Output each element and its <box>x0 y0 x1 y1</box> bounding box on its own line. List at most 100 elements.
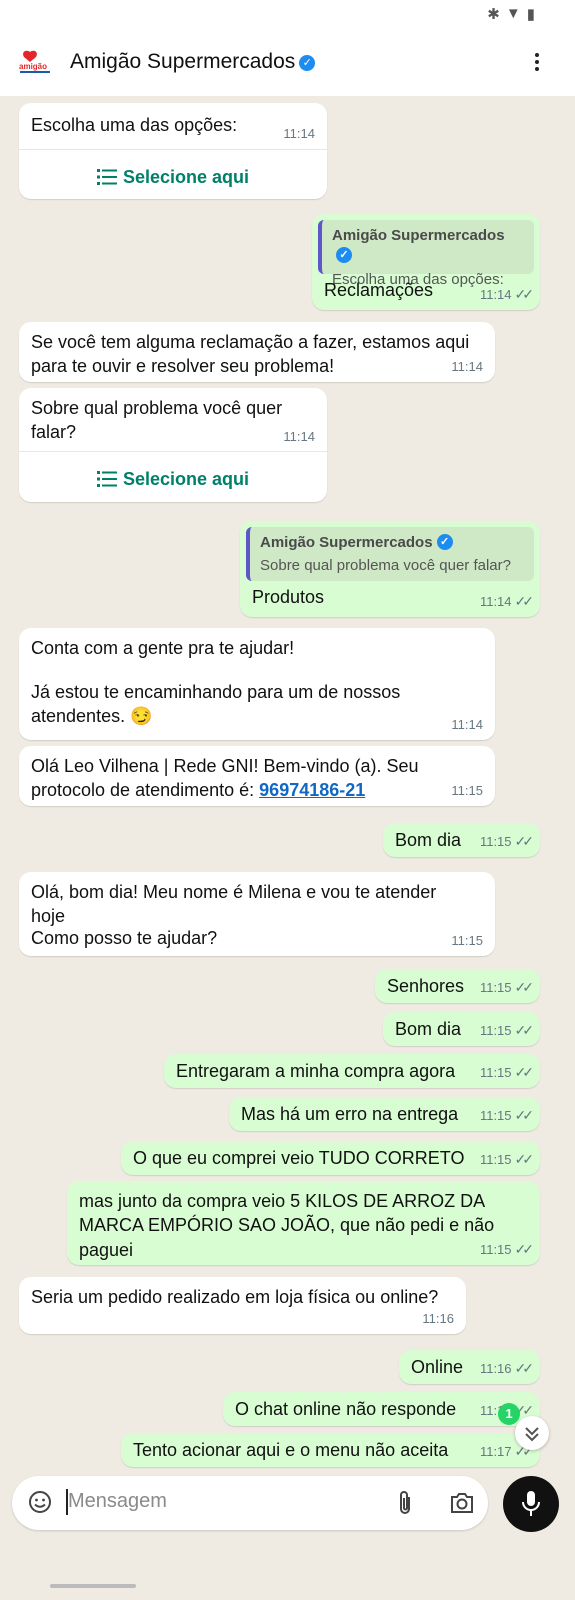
double-check-icon: ✓✓ <box>514 1022 535 1039</box>
verified-badge-icon: ✓ <box>436 534 453 550</box>
incoming-message: Sobre qual problema você quer falar? 11:… <box>19 388 327 502</box>
message-text: Mas há um erro na entrega <box>241 1104 459 1124</box>
outgoing-message: O que eu comprei veio TUDO CORRETO 11:15… <box>121 1141 540 1175</box>
divider <box>19 149 327 150</box>
status-icons: ✱ ▼ ▮ <box>487 5 535 23</box>
message-text: Bom dia <box>395 830 462 850</box>
outgoing-message: mas junto da compra veio 5 KILOS DE ARRO… <box>67 1181 540 1265</box>
emoji-icon[interactable] <box>28 1490 52 1514</box>
double-check-icon: ✓✓ <box>514 286 535 303</box>
incoming-message: Conta com a gente pra te ajudar! Já esto… <box>19 628 495 740</box>
outgoing-message: Tento acionar aqui e o menu não aceita 1… <box>121 1433 540 1467</box>
message-text: Entregaram a minha compra agora <box>176 1061 456 1081</box>
scroll-to-bottom-button[interactable] <box>515 1416 549 1450</box>
message-time: 11:15 ✓✓ <box>479 1151 535 1168</box>
verified-badge-icon: ✓ <box>336 247 352 264</box>
incoming-message: Se você tem alguma reclamação a fazer, e… <box>19 322 495 382</box>
more-options-icon[interactable] <box>533 50 541 76</box>
message-input-bar[interactable]: Mensagem <box>12 1476 488 1530</box>
select-label: Selecione aqui <box>122 469 250 489</box>
double-check-icon: ✓✓ <box>514 1064 535 1081</box>
voice-message-button[interactable] <box>503 1476 559 1532</box>
message-time: 11:15 ✓✓ <box>479 1107 535 1124</box>
message-text: Como posso te ajudar? <box>31 928 218 948</box>
outgoing-message: Entregaram a minha compra agora 11:15 ✓✓ <box>164 1054 540 1088</box>
chat-title[interactable]: Amigão Supermercados ✓ <box>70 50 316 74</box>
message-text: Escolha uma das opções: <box>31 115 238 135</box>
message-text: Olá Leo Vilhena | Rede GNI! Bem-vindo (a… <box>31 756 419 801</box>
camera-icon[interactable] <box>449 1491 475 1515</box>
quoted-message[interactable]: Amigão Supermercados ✓ Sobre qual problem… <box>246 527 534 581</box>
message-time: 11:14 <box>283 429 315 444</box>
outgoing-message: Amigão Supermercados✓ Escolha uma das op… <box>312 214 540 310</box>
quote-text: Sobre qual problema você quer falar? <box>260 557 511 575</box>
message-time: 11:14 <box>451 717 483 733</box>
incoming-message: Seria um pedido realizado em loja física… <box>19 1277 466 1334</box>
bluetooth-icon: ✱ <box>487 6 500 23</box>
contact-name: Amigão Supermercados <box>70 50 296 73</box>
message-time: 11:14 ✓✓ <box>479 286 535 303</box>
list-icon <box>96 169 117 185</box>
message-text: Produtos <box>252 587 325 607</box>
quote-author: Amigão Supermercados✓ <box>260 533 524 553</box>
unread-badge: 1 <box>498 1403 520 1425</box>
double-check-icon: ✓✓ <box>514 833 535 850</box>
message-text: mas junto da compra veio 5 KILOS DE ARRO… <box>79 1191 495 1260</box>
double-chevron-down-icon <box>525 1427 539 1442</box>
protocol-link[interactable]: 96974186-21 <box>259 780 365 800</box>
double-check-icon: ✓✓ <box>514 1151 535 1168</box>
message-text: Tento acionar aqui e o menu não aceita <box>133 1440 449 1460</box>
double-check-icon: ✓✓ <box>514 1360 535 1377</box>
outgoing-message: O chat online não responde 11:17 ✓✓ <box>223 1392 540 1426</box>
message-text: Se você tem alguma reclamação a fazer, e… <box>31 332 470 377</box>
chat-area[interactable]: Escolha uma das opções: 11:14 Selecione … <box>0 96 575 1506</box>
list-icon <box>96 471 117 487</box>
select-list-button[interactable]: Selecione aqui <box>19 467 327 491</box>
message-text: O que eu comprei veio TUDO CORRETO <box>133 1148 465 1168</box>
double-check-icon: ✓✓ <box>514 979 535 996</box>
double-check-icon: ✓✓ <box>514 1107 535 1124</box>
message-time: 11:16 ✓✓ <box>479 1360 535 1377</box>
wifi-icon: ▼ <box>505 5 521 22</box>
message-text: Senhores <box>387 976 465 996</box>
message-text: Já estou te encaminhando para um de noss… <box>31 682 401 727</box>
battery-icon: ▮ <box>526 6 535 23</box>
message-input[interactable]: Mensagem <box>68 1490 167 1513</box>
message-time: 11:15 ✓✓ <box>479 979 535 996</box>
double-check-icon: ✓✓ <box>514 1241 535 1258</box>
logo-text: amigão <box>19 62 47 71</box>
message-text: O chat online não responde <box>235 1399 457 1419</box>
message-time: 11:14 ✓✓ <box>479 593 535 610</box>
microphone-icon <box>522 1491 540 1516</box>
verified-badge-icon: ✓ <box>299 55 316 71</box>
outgoing-message: Amigão Supermercados ✓ Sobre qual problem… <box>240 521 540 617</box>
message-time: 11:14 <box>451 359 483 375</box>
amigao-logo: amigão <box>19 50 50 73</box>
home-indicator <box>50 1584 136 1588</box>
attach-icon[interactable] <box>395 1490 415 1516</box>
outgoing-message: Bom dia 11:15 ✓✓ <box>383 1012 540 1046</box>
outgoing-message: Bom dia 11:15 ✓✓ <box>383 823 540 857</box>
select-list-button[interactable]: Selecione aqui <box>19 165 327 189</box>
status-bar: ✱ ▼ ▮ <box>0 0 575 28</box>
message-text: Conta com a gente pra te ajudar! <box>31 638 295 658</box>
outgoing-message: Online 11:16 ✓✓ <box>399 1350 540 1384</box>
message-text: Online <box>411 1357 464 1377</box>
message-time: 11:15 ✓✓ <box>479 1064 535 1081</box>
message-text: Reclamações <box>324 280 434 300</box>
message-time: 11:15 ✓✓ <box>479 1022 535 1039</box>
incoming-message: Escolha uma das opções: 11:14 Selecione … <box>19 103 327 199</box>
incoming-message: Olá, bom dia! Meu nome é Milena e vou te… <box>19 872 495 956</box>
outgoing-message: Senhores 11:15 ✓✓ <box>375 969 540 1003</box>
outgoing-message: Mas há um erro na entrega 11:15 ✓✓ <box>229 1097 540 1131</box>
message-text: Olá, bom dia! Meu nome é Milena e vou te… <box>31 882 437 927</box>
message-time: 11:14 <box>283 126 315 141</box>
quote-author: Amigão Supermercados✓ <box>332 227 505 264</box>
select-label: Selecione aqui <box>122 167 250 187</box>
message-text: Sobre qual problema você quer falar? <box>31 398 283 443</box>
quoted-message[interactable]: Amigão Supermercados✓ Escolha uma das op… <box>318 220 534 288</box>
message-time: 11:15 ✓✓ <box>479 1241 535 1258</box>
divider <box>19 451 327 452</box>
message-time: 11:15 <box>451 783 483 799</box>
double-check-icon: ✓✓ <box>514 593 535 610</box>
